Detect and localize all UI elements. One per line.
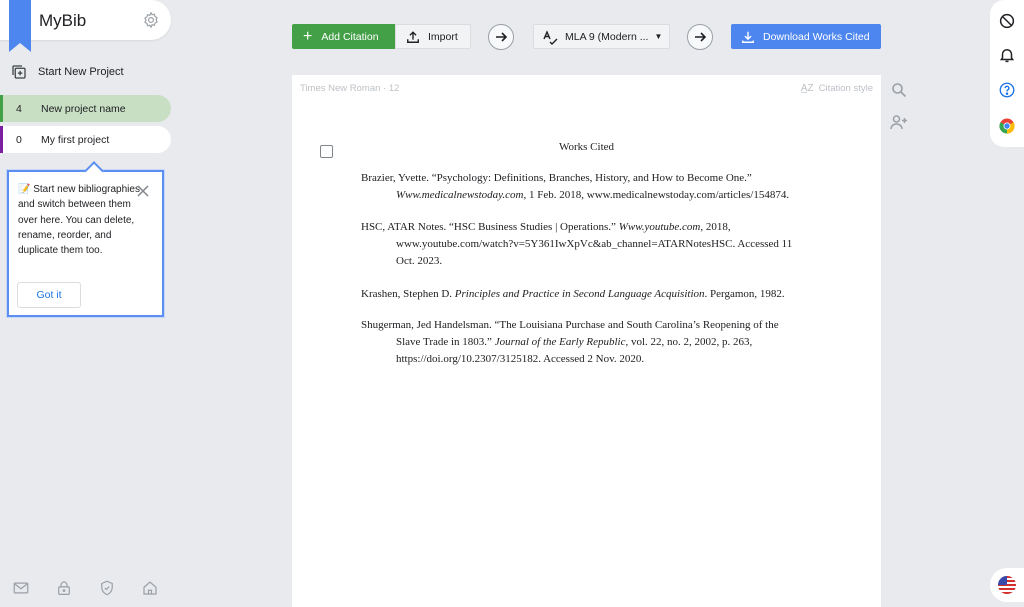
citation-style-link[interactable]: A̲Z Citation style (801, 83, 873, 94)
add-citation-button[interactable]: + Add Citation (292, 24, 395, 49)
close-icon[interactable] (136, 184, 150, 198)
citation-text: , vol. 22, no. 2, 2002, p. 263, (625, 336, 753, 348)
project-count: 0 (16, 133, 22, 146)
download-label: Download Works Cited (763, 30, 870, 43)
citation-text: , 2018, (700, 221, 731, 233)
language-button[interactable] (990, 568, 1024, 602)
citation-entry[interactable]: Krashen, Stephen D. Principles and Pract… (361, 286, 816, 303)
block-icon[interactable] (998, 12, 1016, 30)
plus-icon: + (303, 27, 313, 45)
citation-style-value: MLA 9 (Modern ... (565, 30, 649, 43)
chevron-down-icon: ▼ (654, 32, 663, 41)
mail-icon[interactable] (12, 579, 30, 597)
spellcheck-icon (543, 29, 558, 45)
project-item-new-project-name[interactable]: 4 New project name (0, 95, 171, 122)
citation-style-label: Citation style (818, 83, 873, 94)
home-icon[interactable] (141, 579, 159, 597)
citation-text: Shugerman, Jed Handelsman. “The Louisian… (361, 319, 779, 331)
add-project-icon (12, 65, 26, 79)
citation-text: Slave Trade in 1803.” (396, 336, 495, 348)
arrow-right-icon (496, 32, 508, 42)
app-name: MyBib (39, 11, 87, 30)
citation-entry[interactable]: HSC, ATAR Notes. “HSC Business Studies |… (361, 219, 816, 270)
arrow-right-icon (695, 32, 707, 42)
document-title: Works Cited (558, 141, 615, 153)
search-icon[interactable] (891, 82, 907, 98)
start-new-project-label: Start New Project (38, 66, 124, 78)
bell-icon[interactable] (998, 46, 1016, 64)
citation-container: Www.medicalnewstoday.com (396, 189, 524, 201)
project-count: 4 (16, 102, 22, 115)
extension-panel (990, 0, 1024, 147)
sidebar-footer (0, 572, 170, 604)
us-flag-icon (998, 576, 1016, 594)
works-cited-document: Times New Roman · 12 A̲Z Citation style … (292, 75, 881, 607)
upload-icon (407, 30, 419, 43)
bookmark-logo-icon (9, 0, 31, 52)
citation-container: Www.youtube.com (618, 221, 701, 233)
citation-text: Krashen, Stephen D. (361, 288, 455, 300)
citation-text: . Pergamon, 1982. (704, 288, 785, 300)
import-button[interactable]: Import (395, 24, 471, 49)
tooltip-arrow (84, 161, 104, 181)
citation-container: Journal of the Early Republic (494, 336, 626, 348)
help-icon[interactable] (998, 81, 1016, 99)
start-new-project-button[interactable]: Start New Project (10, 62, 170, 82)
got-it-button[interactable]: Got it (17, 282, 81, 308)
citation-hanging-line: Slave Trade in 1803.” Journal of the Ear… (361, 334, 816, 351)
project-item-my-first-project[interactable]: 0 My first project (0, 126, 171, 153)
citation-entry[interactable]: Shugerman, Jed Handelsman. “The Louisian… (361, 317, 816, 368)
shield-icon[interactable] (98, 579, 116, 597)
download-icon (742, 31, 754, 43)
chrome-icon[interactable] (998, 117, 1016, 135)
font-info: Times New Roman · 12 (300, 83, 400, 94)
citation-text: HSC, ATAR Notes. “HSC Business Studies |… (361, 221, 616, 233)
sidebar: MyBib Start New Project 4 New project na… (0, 0, 178, 607)
project-name: My first project (41, 133, 110, 146)
gear-icon[interactable] (142, 11, 160, 29)
download-works-cited-button[interactable]: Download Works Cited (731, 24, 881, 49)
add-collaborator-icon[interactable] (890, 114, 908, 130)
tooltip-message: Start new bibliographies and switch betw… (18, 184, 140, 257)
project-name: New project name (41, 102, 126, 115)
add-citation-label: Add Citation (321, 30, 379, 43)
citation-style-select[interactable]: MLA 9 (Modern ... ▼ (533, 24, 670, 49)
citation-entry[interactable]: Brazier, Yvette. “Psychology: Definition… (361, 170, 816, 204)
import-label: Import (428, 30, 458, 43)
citation-hanging-line: Oct. 2023. (396, 255, 443, 267)
citation-text: Brazier, Yvette. “Psychology: Definition… (361, 172, 752, 184)
tooltip-text: 📝 Start new bibliographies and switch be… (18, 182, 146, 258)
lock-icon[interactable] (55, 579, 73, 597)
brand-card: MyBib (0, 0, 171, 52)
memo-icon: 📝 (18, 184, 31, 195)
citation-hanging-line: www.youtube.com/watch?v=5Y361IwXpVc&ab_c… (396, 238, 793, 250)
citation-text: , 1 Feb. 2018, www.medicalnewstoday.com/… (523, 189, 790, 201)
arrow-right-button[interactable] (488, 24, 514, 50)
citation-container: Principles and Practice in Second Langua… (454, 288, 705, 300)
sort-az-icon: A̲Z (800, 83, 814, 94)
arrow-right-button-2[interactable] (687, 24, 713, 50)
citation-hanging-line: https://doi.org/10.2307/3125182. Accesse… (396, 353, 645, 365)
citation-hanging-line: Www.medicalnewstoday.com, 1 Feb. 2018, w… (361, 187, 816, 204)
projects-tooltip: 📝 Start new bibliographies and switch be… (7, 161, 164, 317)
